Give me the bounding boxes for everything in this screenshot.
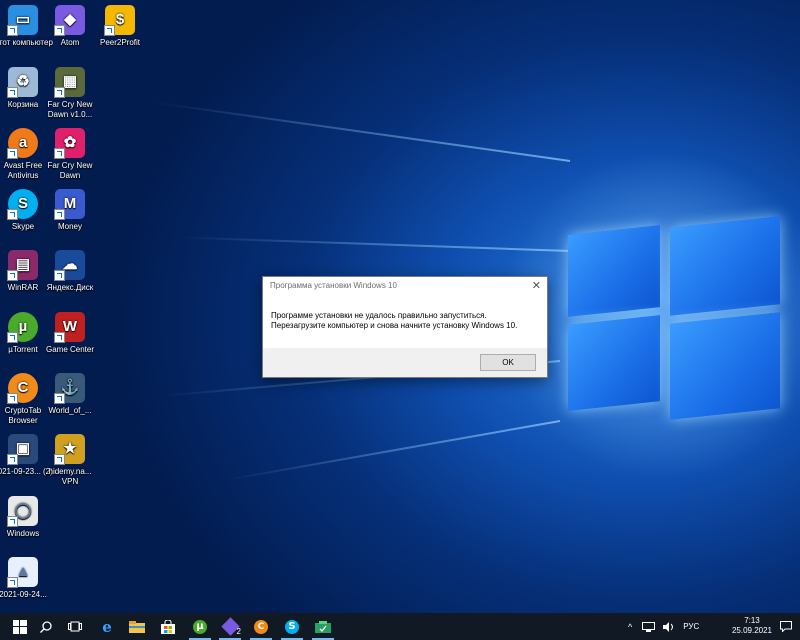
skype-icon: S: [285, 619, 299, 634]
money-taskbar-button[interactable]: [309, 613, 337, 640]
start-icon: [13, 619, 27, 634]
world-of-warships-icon: ⚓: [54, 373, 85, 404]
atom-icon: ◆: [54, 5, 85, 36]
task-view-icon: [68, 621, 82, 632]
cryptotab-taskbar-button[interactable]: C: [247, 613, 275, 640]
network-icon[interactable]: [642, 621, 656, 632]
shortcut-arrow-icon: [54, 393, 65, 404]
dialog-message: Программе установки не удалось правильно…: [271, 311, 518, 330]
avast-icon: a: [7, 128, 38, 159]
shortcut-arrow-icon: [7, 25, 18, 36]
store-button[interactable]: [154, 613, 182, 640]
ok-button[interactable]: OK: [480, 354, 536, 371]
desktop-icon[interactable]: W Game Center: [40, 312, 100, 355]
search-icon: [40, 620, 52, 633]
desktop-icon[interactable]: ▲ 2021-09-24...: [0, 557, 53, 600]
close-icon[interactable]: ✕: [532, 279, 541, 292]
this-pc-icon: ▭: [7, 5, 38, 36]
utorrent-taskbar-button[interactable]: µ: [186, 613, 214, 640]
shortcut-arrow-icon: [54, 209, 65, 220]
shortcut-arrow-icon: [104, 25, 115, 36]
file-explorer-icon: [129, 620, 145, 633]
edge-button[interactable]: e: [93, 613, 121, 640]
dialog-title: Программа установки Windows 10: [270, 281, 397, 290]
shortcut-arrow-icon: [54, 270, 65, 281]
skype-icon: S: [7, 189, 38, 220]
shortcut-arrow-icon: [7, 87, 18, 98]
task-view-button[interactable]: [61, 613, 89, 640]
clock-date: 25.09.2021: [731, 626, 772, 635]
shortcut-arrow-icon: [7, 332, 18, 343]
desktop-icon[interactable]: ✿ Far Cry New Dawn: [40, 128, 100, 181]
shortcut-arrow-icon: [7, 577, 18, 588]
desktop-icon-label: Far Cry New Dawn: [47, 161, 93, 180]
notifications-icon[interactable]: [780, 621, 792, 632]
taskbar: e µ 2 C S ^ РУС 7:13 25.09.2021: [0, 613, 800, 640]
desktop-icon[interactable]: $ Peer2Profit: [90, 5, 150, 48]
winrar-icon: ▤: [7, 250, 38, 281]
cryptotab-icon: C: [254, 619, 268, 634]
skype-taskbar-button[interactable]: S: [278, 613, 306, 640]
far-cry-new-dawn-icon: ✿: [54, 128, 85, 159]
shortcut-arrow-icon: [7, 270, 18, 281]
money-icon: [315, 620, 331, 633]
screenshot-file-icon: ▣: [7, 434, 38, 465]
desktop-icon[interactable]: M Money: [40, 189, 100, 232]
edge-icon: e: [102, 617, 112, 636]
file-explorer-button[interactable]: [123, 613, 151, 640]
desktop-icon[interactable]: ★ hidemy.na... VPN: [40, 434, 100, 487]
desktop-icon-label: Яндекс.Диск: [46, 283, 94, 292]
shortcut-arrow-icon: [54, 454, 65, 465]
shortcut-arrow-icon: [7, 148, 18, 159]
hidemy-vpn-icon: ★: [54, 434, 85, 465]
desktop-icon-label: Money: [57, 222, 82, 231]
shortcut-arrow-icon: [7, 393, 18, 404]
game-center-icon: W: [54, 312, 85, 343]
yandex-disk-icon: ☁: [54, 250, 85, 281]
atom-taskbar-button[interactable]: 2: [216, 613, 244, 640]
store-icon: [161, 619, 175, 634]
desktop-icon-label: Windows: [6, 529, 40, 538]
shortcut-arrow-icon: [7, 516, 18, 527]
windows-file-icon: ◯: [7, 496, 38, 527]
dialog-footer: OK: [263, 348, 547, 377]
shortcut-arrow-icon: [7, 209, 18, 220]
peer2profit-icon: $: [104, 5, 135, 36]
shortcut-arrow-icon: [7, 454, 18, 465]
desktop-icon-label: World_of_...: [48, 406, 92, 415]
recycle-bin-icon: ♻: [7, 67, 38, 98]
shortcut-arrow-icon: [54, 25, 65, 36]
desktop-icon[interactable]: ◯ Windows: [0, 496, 53, 539]
desktop-icon-label: Peer2Profit: [99, 38, 141, 47]
search-button[interactable]: [32, 613, 60, 640]
desktop-icon-label: 2021-09-24...: [0, 590, 47, 599]
desktop-icon[interactable]: ☁ Яндекс.Диск: [40, 250, 100, 293]
desktop-icon-label: Far Cry New Dawn v1.0...: [47, 100, 93, 119]
window-count-badge: 2: [236, 627, 241, 636]
language-indicator[interactable]: РУС: [683, 622, 699, 631]
far-cry-icon: ▦: [54, 67, 85, 98]
show-hidden-icons-chevron[interactable]: ^: [628, 622, 632, 632]
cryptotab-icon: C: [7, 373, 38, 404]
utorrent-icon: µ: [7, 312, 38, 343]
clock[interactable]: 7:13 25.09.2021: [732, 616, 772, 636]
volume-icon[interactable]: [663, 621, 675, 632]
clock-time: 7:13: [744, 616, 760, 625]
desktop-icon-label: hidemy.na... VPN: [48, 467, 92, 486]
shortcut-arrow-icon: [54, 87, 65, 98]
money-icon: M: [54, 189, 85, 220]
shortcut-arrow-icon: [54, 148, 65, 159]
utorrent-icon: µ: [193, 619, 207, 634]
start-button[interactable]: [6, 613, 34, 640]
desktop-icon[interactable]: ▦ Far Cry New Dawn v1.0...: [40, 67, 100, 120]
shortcut-arrow-icon: [54, 332, 65, 343]
desktop-icon[interactable]: ⚓ World_of_...: [40, 373, 100, 416]
system-tray: ^ РУС: [628, 613, 699, 640]
image-file-icon: ▲: [7, 557, 38, 588]
setup-error-dialog: Программа установки Windows 10 ✕ Програм…: [262, 276, 548, 378]
desktop-icon-label: Game Center: [45, 345, 95, 354]
